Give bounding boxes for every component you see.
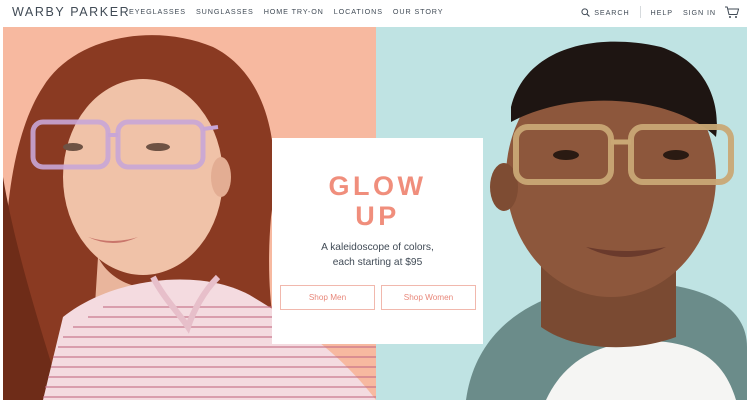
logo[interactable]: WARBY PARKER <box>12 5 130 19</box>
promo-tagline: A kaleidoscope of colors, each starting … <box>272 240 483 270</box>
shop-men-button[interactable]: Shop Men <box>280 285 375 310</box>
help-link[interactable]: HELP <box>651 8 673 17</box>
hero-banner: GLOW UP A kaleidoscope of colors, each s… <box>3 27 747 400</box>
nav-locations[interactable]: LOCATIONS <box>334 7 383 16</box>
search-link[interactable]: SEARCH <box>581 8 639 17</box>
nav-our-story[interactable]: OUR STORY <box>393 7 444 16</box>
main-nav: EYEGLASSES SUNGLASSES HOME TRY-ON LOCATI… <box>129 7 443 16</box>
headline-line-2: UP <box>355 201 400 231</box>
utility-nav: SEARCH HELP SIGN IN <box>581 4 740 20</box>
site-header: WARBY PARKER EYEGLASSES SUNGLASSES HOME … <box>0 0 750 24</box>
tagline-line-2: each starting at $95 <box>332 257 423 268</box>
headline-line-1: GLOW <box>328 171 427 201</box>
search-label[interactable]: SEARCH <box>594 8 629 17</box>
cart-icon[interactable] <box>724 5 740 19</box>
promo-headline: GLOW UP <box>272 171 483 231</box>
promo-card: GLOW UP A kaleidoscope of colors, each s… <box>272 138 483 344</box>
sign-in-link[interactable]: SIGN IN <box>683 8 716 17</box>
nav-divider <box>639 6 641 18</box>
tagline-line-1: A kaleidoscope of colors, <box>321 242 434 253</box>
nav-home-try-on[interactable]: HOME TRY-ON <box>264 7 324 16</box>
nav-sunglasses[interactable]: SUNGLASSES <box>196 7 254 16</box>
nav-eyeglasses[interactable]: EYEGLASSES <box>129 7 186 16</box>
search-icon <box>581 7 591 17</box>
shop-women-button[interactable]: Shop Women <box>381 285 476 310</box>
